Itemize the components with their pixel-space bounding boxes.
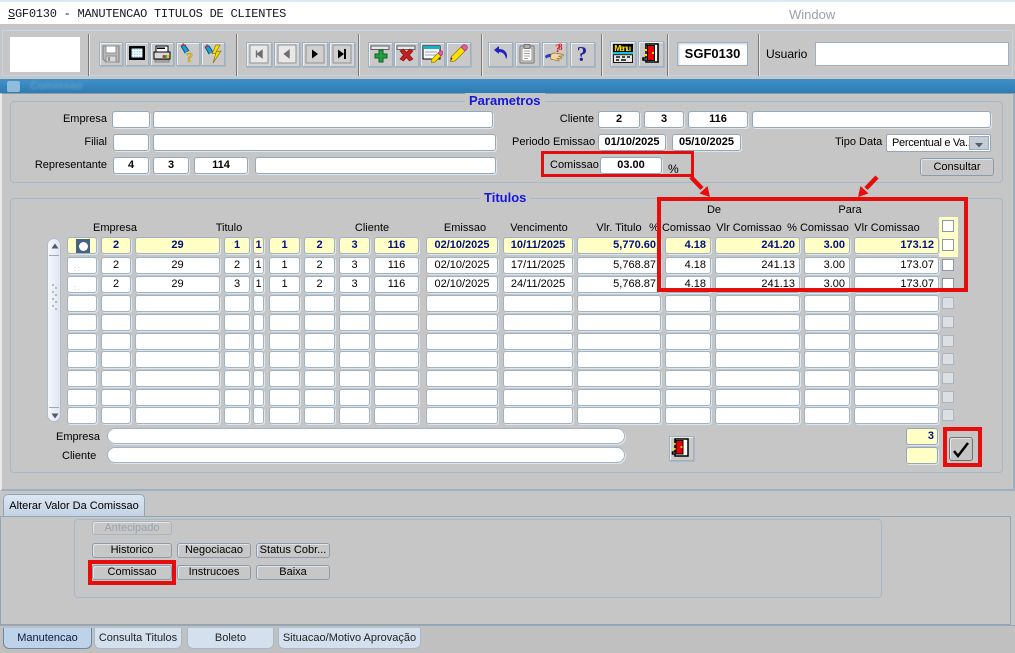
- svg-text:8: 8: [558, 43, 563, 52]
- svg-text:Menu: Menu: [614, 43, 631, 53]
- svg-text:?: ?: [577, 43, 588, 65]
- svg-text:?: ?: [186, 51, 193, 65]
